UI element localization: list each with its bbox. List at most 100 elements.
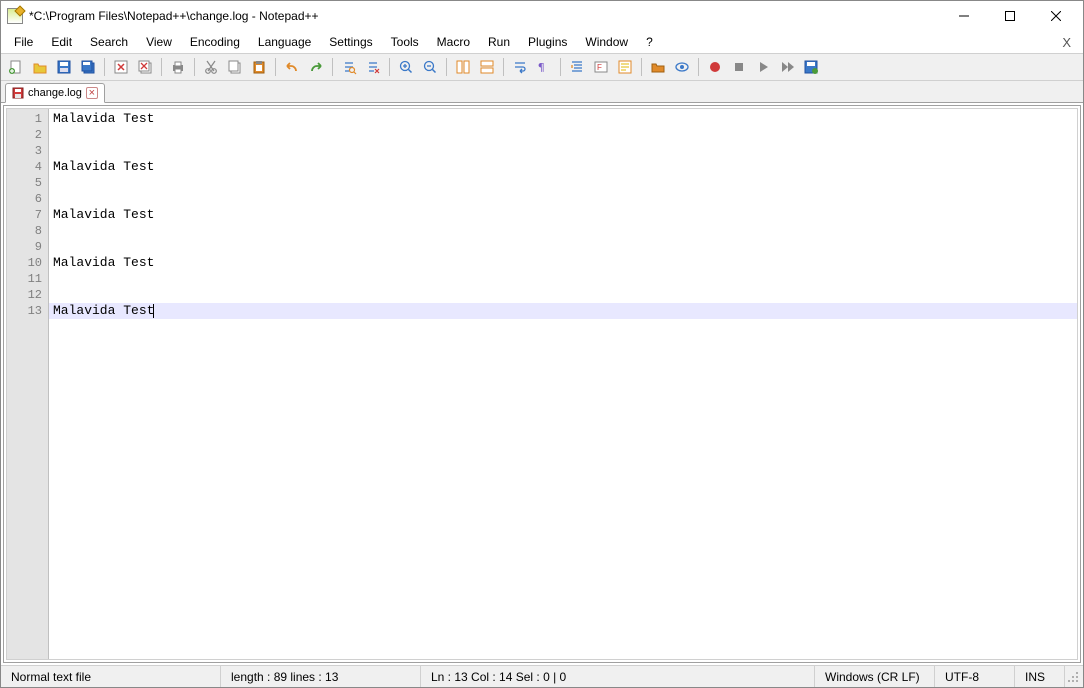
save-macro-button[interactable] [800, 56, 822, 78]
editor-line[interactable] [53, 239, 1077, 255]
open-button[interactable] [29, 56, 51, 78]
window-title: *C:\Program Files\Notepad++\change.log -… [29, 9, 941, 23]
save-all-icon [80, 59, 96, 75]
sync-h-icon [479, 59, 495, 75]
editor-line[interactable] [53, 143, 1077, 159]
line-number: 13 [7, 303, 42, 319]
close-button[interactable] [110, 56, 132, 78]
paste-button[interactable] [248, 56, 270, 78]
line-number: 7 [7, 207, 42, 223]
zoom-out-button[interactable] [419, 56, 441, 78]
find-button[interactable] [338, 56, 360, 78]
editor-line[interactable]: Malavida Test [53, 303, 1077, 319]
close-button[interactable] [1033, 1, 1079, 31]
sync-v-button[interactable] [452, 56, 474, 78]
close-icon [113, 59, 129, 75]
folder-button[interactable] [647, 56, 669, 78]
line-number: 4 [7, 159, 42, 175]
menu-settings[interactable]: Settings [320, 33, 381, 51]
status-eol[interactable]: Windows (CR LF) [815, 666, 935, 687]
toolbar-separator [104, 58, 105, 76]
record-icon [707, 59, 723, 75]
show-all-button[interactable]: ¶ [533, 56, 555, 78]
save-button[interactable] [53, 56, 75, 78]
svg-text:¶: ¶ [538, 61, 545, 74]
editor-line[interactable] [53, 223, 1077, 239]
replace-button[interactable] [362, 56, 384, 78]
save-all-button[interactable] [77, 56, 99, 78]
play-button[interactable] [752, 56, 774, 78]
lang-icon: F [593, 59, 609, 75]
close-all-button[interactable] [134, 56, 156, 78]
menu-encoding[interactable]: Encoding [181, 33, 249, 51]
minimize-button[interactable] [941, 1, 987, 31]
menu-search[interactable]: Search [81, 33, 137, 51]
text-cursor [153, 304, 154, 318]
copy-button[interactable] [224, 56, 246, 78]
redo-button[interactable] [305, 56, 327, 78]
play-icon [755, 59, 771, 75]
resize-grip[interactable] [1065, 669, 1081, 685]
monitor-button[interactable] [671, 56, 693, 78]
editor-line[interactable] [53, 271, 1077, 287]
toolbar-separator [698, 58, 699, 76]
line-number: 1 [7, 111, 42, 127]
status-length: length : 89 lines : 13 [221, 666, 421, 687]
cut-button[interactable] [200, 56, 222, 78]
status-mode[interactable]: INS [1015, 666, 1065, 687]
print-icon [170, 59, 186, 75]
menu-plugins[interactable]: Plugins [519, 33, 576, 51]
toolbar-separator [161, 58, 162, 76]
maximize-button[interactable] [987, 1, 1033, 31]
play-multi-button[interactable] [776, 56, 798, 78]
status-position: Ln : 13 Col : 14 Sel : 0 | 0 [421, 666, 815, 687]
menu-tools[interactable]: Tools [382, 33, 428, 51]
line-number: 11 [7, 271, 42, 287]
editor-line[interactable]: Malavida Test [53, 207, 1077, 223]
tab-close-icon[interactable]: × [86, 87, 98, 99]
line-number: 3 [7, 143, 42, 159]
toolbar-separator [446, 58, 447, 76]
editor-area: 12345678910111213 Malavida TestMalavida … [3, 105, 1081, 663]
menu-q[interactable]: ? [637, 33, 662, 51]
stop-button[interactable] [728, 56, 750, 78]
indent-guide-button[interactable] [566, 56, 588, 78]
undo-button[interactable] [281, 56, 303, 78]
line-number: 5 [7, 175, 42, 191]
menu-macro[interactable]: Macro [428, 33, 479, 51]
editor-line[interactable] [53, 127, 1077, 143]
sync-h-button[interactable] [476, 56, 498, 78]
tab-change-log[interactable]: change.log × [5, 83, 105, 103]
editor-line[interactable] [53, 175, 1077, 191]
show-all-icon: ¶ [536, 59, 552, 75]
line-number: 10 [7, 255, 42, 271]
new-button[interactable] [5, 56, 27, 78]
status-encoding[interactable]: UTF-8 [935, 666, 1015, 687]
lang-button[interactable]: F [590, 56, 612, 78]
editor-line[interactable] [53, 191, 1077, 207]
editor-line[interactable] [53, 287, 1077, 303]
statusbar: Normal text file length : 89 lines : 13 … [1, 665, 1083, 687]
menu-view[interactable]: View [137, 33, 181, 51]
print-button[interactable] [167, 56, 189, 78]
record-button[interactable] [704, 56, 726, 78]
menu-run[interactable]: Run [479, 33, 519, 51]
menu-edit[interactable]: Edit [42, 33, 81, 51]
text-editor[interactable]: Malavida Test Malavida Test Malavida Test M… [49, 109, 1077, 659]
toolbar-separator [641, 58, 642, 76]
menu-file[interactable]: File [5, 33, 42, 51]
open-icon [32, 59, 48, 75]
toolbar-separator [332, 58, 333, 76]
line-number: 12 [7, 287, 42, 303]
editor-line[interactable]: Malavida Test [53, 159, 1077, 175]
menubar-close-x[interactable]: X [1054, 35, 1079, 50]
editor-line[interactable]: Malavida Test [53, 111, 1077, 127]
zoom-in-button[interactable] [395, 56, 417, 78]
wrap-button[interactable] [509, 56, 531, 78]
doc-map-button[interactable] [614, 56, 636, 78]
editor-line[interactable]: Malavida Test [53, 255, 1077, 271]
menu-window[interactable]: Window [576, 33, 637, 51]
zoom-out-icon [422, 59, 438, 75]
play-multi-icon [779, 59, 795, 75]
menu-language[interactable]: Language [249, 33, 320, 51]
